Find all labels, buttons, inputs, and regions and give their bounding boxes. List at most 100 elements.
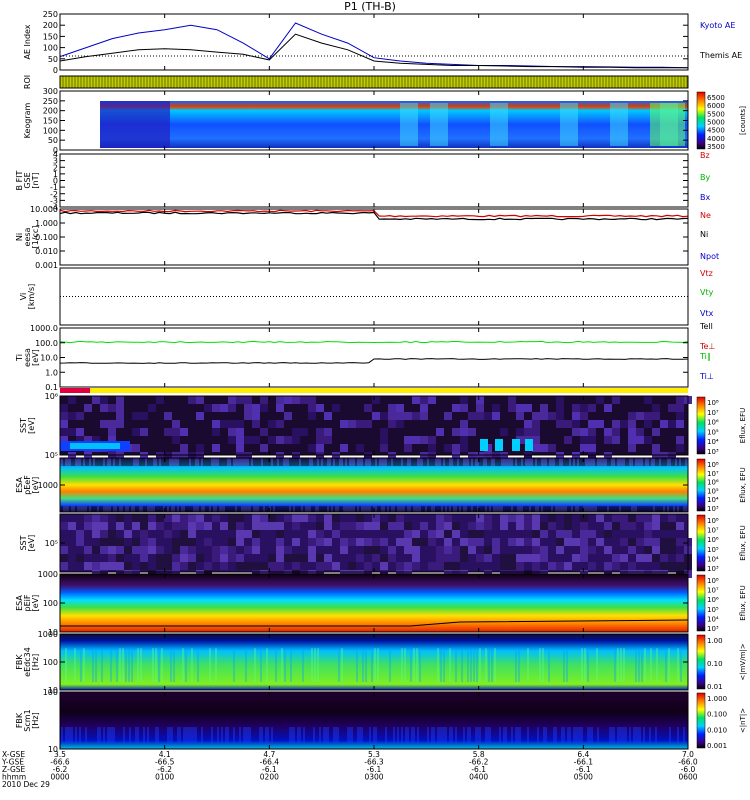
sst-i-cell	[428, 562, 436, 570]
sst-i-cell	[356, 554, 364, 562]
sst-i-cell	[108, 546, 116, 554]
panel-ylabel: [Hz]	[31, 712, 40, 728]
sst-i-cell	[140, 562, 148, 570]
sst-i-cell	[164, 562, 172, 570]
colorbar	[696, 634, 706, 690]
sst-i-cell	[676, 538, 684, 546]
sst-e-cell	[612, 420, 620, 428]
sst-i-cell	[500, 514, 508, 522]
sst-i-cell	[508, 514, 516, 522]
sst-i-cell	[116, 538, 124, 546]
sst-i-cell	[436, 514, 444, 522]
sst-i-cell	[652, 546, 660, 554]
x-row-label: 2010 Dec 29	[2, 780, 50, 789]
sst-i-cell	[444, 538, 452, 546]
colorbar-tick-label: 0.01	[707, 683, 723, 691]
sst-i-cell	[92, 530, 100, 538]
sst-i-cell	[484, 514, 492, 522]
colorbar-tick-label: 0.001	[707, 742, 727, 750]
colorbar-tick-label: 6000	[707, 102, 725, 110]
sst-e-cell	[412, 412, 420, 420]
sst-i-cell	[468, 538, 476, 546]
sst-e-cell	[212, 428, 220, 436]
sst-i-cell	[276, 554, 284, 562]
colorbar-tick-label: 10⁴	[707, 615, 719, 623]
colorbar-tick-label: 10⁴	[707, 496, 719, 504]
sst-e-cell	[580, 404, 588, 412]
sst-e-cell	[532, 412, 540, 420]
y-tick-label: 100	[43, 599, 58, 608]
sst-i-cell	[116, 562, 124, 570]
sst-i-cell	[100, 538, 108, 546]
sst-e-cell	[236, 396, 244, 404]
colorbar-tick-label: 5500	[707, 110, 725, 118]
sst-i-cell	[292, 562, 300, 570]
sst-e-cell	[276, 396, 284, 404]
sst-i-cell	[620, 514, 628, 522]
sst-i-cell	[636, 538, 644, 546]
sst-e-cell	[540, 444, 548, 452]
legend-label: Bz	[700, 151, 710, 160]
sst-i-cell	[556, 546, 564, 554]
sst-i-cell	[404, 538, 412, 546]
sst-i-cell	[340, 522, 348, 530]
sst-e-cell	[148, 404, 156, 412]
sst-e-cell	[404, 412, 412, 420]
sst-e-cell	[460, 420, 468, 428]
sst-i-cell	[548, 522, 556, 530]
sst-i-cell	[564, 538, 572, 546]
sst-e-cell	[68, 396, 76, 404]
sst-i-cell	[236, 530, 244, 538]
keogram-image	[100, 101, 688, 148]
sst-i-cell	[308, 554, 316, 562]
sst-i-cell	[300, 514, 308, 522]
sst-i-cell	[652, 514, 660, 522]
colorbar-tick-label: 10⁶	[707, 596, 719, 604]
sst-i-cell	[252, 530, 260, 538]
colorbar-label: <|mV/m|>	[739, 643, 747, 680]
sst-e-cell	[604, 436, 612, 444]
sst-e-cell	[532, 428, 540, 436]
sst-e-cell	[468, 412, 476, 420]
sst-e-cell	[276, 436, 284, 444]
sst-i-cell	[116, 554, 124, 562]
sst-i-cell	[388, 522, 396, 530]
sst-e-cell	[468, 428, 476, 436]
sst-i-cell	[292, 554, 300, 562]
sst-i-cell	[348, 538, 356, 546]
sst-e-cell	[276, 420, 284, 428]
plot-title: P1 (TH-B)	[344, 0, 396, 13]
sst-i-cell	[156, 514, 164, 522]
sst-i-cell	[564, 514, 572, 522]
legend-label: Themis AE	[699, 51, 742, 60]
sst-i-cell	[588, 546, 596, 554]
sst-e-cell	[628, 436, 636, 444]
sst-e-cell	[212, 420, 220, 428]
sst-e-cell	[636, 436, 644, 444]
sst-e-cell	[380, 428, 388, 436]
sst-e-cell	[276, 404, 284, 412]
y-tick-label: 100.0	[35, 339, 58, 348]
sst-e-cell	[228, 420, 236, 428]
sst-e-cell	[116, 404, 124, 412]
sst-i-cell	[436, 530, 444, 538]
sst-i-cell	[92, 546, 100, 554]
sst-i-cell	[172, 514, 180, 522]
sst-i-cell	[308, 538, 316, 546]
sst-e-cell	[100, 404, 108, 412]
sst-i-cell	[532, 554, 540, 562]
sst-i-cell	[460, 546, 468, 554]
esa-i-spectrogram	[60, 574, 688, 632]
sst-i-cell	[476, 514, 484, 522]
sst-i-cell	[388, 546, 396, 554]
colorbar-tick-label: 4000	[707, 135, 725, 143]
sst-e-cell	[652, 404, 660, 412]
sst-i-cell	[396, 514, 404, 522]
sst-e-cell	[268, 436, 276, 444]
sst-i-cell	[260, 522, 268, 530]
x-tick-label: 0000	[50, 773, 69, 782]
keogram-arc	[430, 103, 448, 146]
sst-i-cell	[420, 538, 428, 546]
colorbar-tick-label: 10³	[707, 505, 719, 513]
sst-e-cell	[108, 428, 116, 436]
